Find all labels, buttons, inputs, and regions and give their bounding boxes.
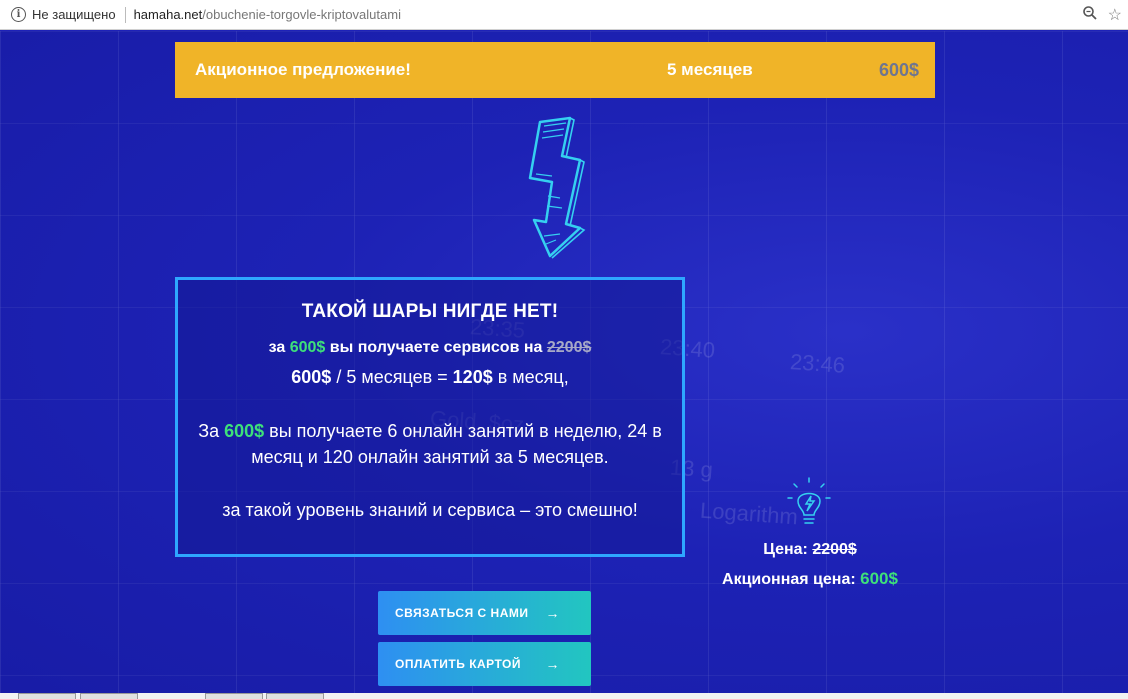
url-field[interactable]: hamaha.net/obuchenie-torgovle-kriptovalu…	[134, 7, 401, 22]
taskbar	[0, 693, 1128, 699]
info-box-title: ТАКОЙ ШАРЫ НИГДЕ НЕТ!	[301, 301, 559, 322]
contact-us-label: СВЯЗАТЬСЯ С НАМИ	[395, 606, 529, 620]
regular-price-row: Цена: 2200$	[700, 535, 920, 564]
line2-period: / 5 месяцев =	[336, 367, 448, 387]
regular-price-value: 2200$	[812, 541, 857, 558]
arrow-right-icon: →	[545, 605, 560, 621]
url-path: /obuchenie-torgovle-kriptovalutami	[202, 7, 401, 22]
promo-price: 600$	[878, 59, 919, 80]
taskbar-item[interactable]	[80, 693, 138, 699]
price-summary: Цена: 2200$ Акционная цена: 600$	[700, 535, 920, 594]
para-text: вы получаете 6 онлайн занятий в неделю, …	[251, 421, 662, 467]
security-label[interactable]: Не защищено	[32, 7, 116, 22]
lightning-bolt-icon	[522, 116, 590, 264]
line2-suffix: в месяц,	[497, 367, 569, 387]
taskbar-item[interactable]	[266, 693, 324, 699]
promo-price-label: Акционная цена:	[722, 571, 856, 588]
info-box-line-monthly: 600$ / 5 месяцев = 120$ в месяц,	[178, 367, 682, 388]
url-host: hamaha.net	[133, 7, 203, 22]
arrow-right-icon: →	[545, 656, 560, 672]
line1-price: 600$	[289, 339, 326, 356]
para-price: 600$	[224, 421, 265, 441]
address-bar-actions: ☆	[1082, 5, 1122, 25]
info-box-line-price: за 600$ вы получаете сервисов на 2200$	[178, 339, 682, 357]
promo-price-value: 600$	[860, 569, 898, 588]
pay-by-card-label: ОПЛАТИТЬ КАРТОЙ	[395, 657, 522, 671]
taskbar-item[interactable]	[18, 693, 76, 699]
promo-price-row: Акционная цена: 600$	[700, 564, 920, 594]
info-box-paragraph: За 600$ вы получаете 6 онлайн занятий в …	[178, 418, 682, 470]
promo-title: Акционное предложение!	[195, 60, 411, 79]
line1-old-price: 2200$	[546, 339, 592, 356]
para-prefix: За	[198, 421, 220, 441]
address-separator	[124, 6, 126, 23]
line1-prefix: за	[268, 339, 286, 356]
background-decoration: Logarithm	[699, 497, 799, 530]
contact-us-button[interactable]: СВЯЗАТЬСЯ С НАМИ →	[378, 591, 591, 635]
offer-info-box: ТАКОЙ ШАРЫ НИГДЕ НЕТ! за 600$ вы получае…	[175, 277, 685, 557]
browser-address-bar: i Не защищено hamaha.net/obuchenie-torgo…	[0, 0, 1128, 30]
line2-total: 600$	[291, 367, 332, 387]
background-decoration: 23:46	[789, 349, 846, 378]
page-content: 23:35 23:40 23:46 Gold, $oz 13 g Logarit…	[0, 31, 1128, 699]
promo-banner: Акционное предложение! 5 месяцев 600$	[175, 42, 935, 98]
zoom-icon[interactable]	[1082, 5, 1098, 25]
info-icon[interactable]: i	[11, 7, 26, 22]
regular-price-label: Цена:	[763, 541, 808, 558]
line2-monthly: 120$	[452, 367, 493, 387]
pay-by-card-button[interactable]: ОПЛАТИТЬ КАРТОЙ →	[378, 642, 591, 686]
info-box-closing: за такой уровень знаний и сервиса – это …	[222, 500, 638, 520]
taskbar-item[interactable]	[205, 693, 263, 699]
line1-middle: вы получаете сервисов на	[329, 339, 543, 356]
promo-months: 5 месяцев	[667, 60, 753, 79]
lightbulb-icon	[786, 477, 832, 533]
star-icon[interactable]: ☆	[1108, 5, 1122, 25]
